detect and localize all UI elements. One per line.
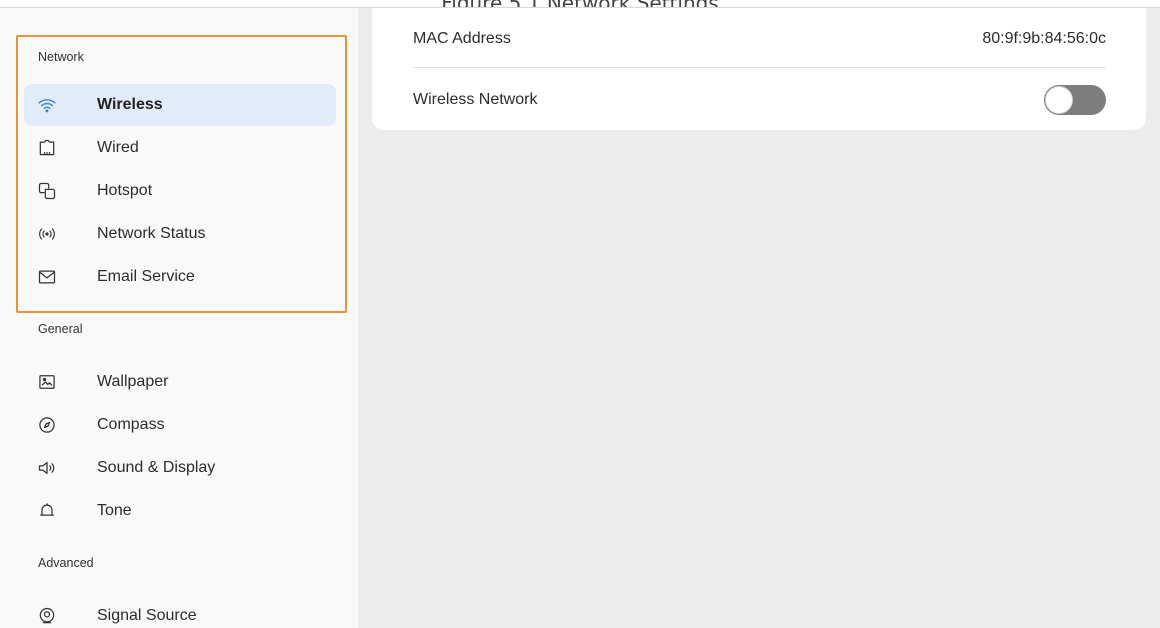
settings-sidebar: Network Wireless Wired Hotspot Network S…: [0, 8, 358, 628]
wireless-network-toggle[interactable]: [1044, 85, 1106, 115]
sidebar-item-wireless[interactable]: Wireless: [24, 84, 336, 126]
hotspot-icon: [36, 180, 58, 202]
mac-address-label: MAC Address: [413, 30, 511, 47]
sidebar-item-wallpaper[interactable]: Wallpaper: [24, 361, 336, 403]
sidebar-item-sound-display[interactable]: Sound & Display: [24, 447, 336, 489]
mac-address-value: 80:9f:9b:84:56:0c: [982, 30, 1106, 47]
sidebar-item-label: Wallpaper: [97, 373, 169, 390]
mac-address-row: MAC Address 80:9f:9b:84:56:0c: [413, 11, 1106, 67]
sidebar-item-label: Network Status: [97, 225, 206, 242]
section-label-advanced: Advanced: [38, 556, 94, 570]
sidebar-item-compass[interactable]: Compass: [24, 404, 336, 446]
sidebar-item-label: Sound & Display: [97, 459, 216, 476]
wireless-network-label: Wireless Network: [413, 91, 538, 108]
ethernet-icon: [36, 137, 58, 159]
sidebar-item-network-status[interactable]: Network Status: [24, 213, 336, 255]
envelope-icon: [36, 266, 58, 288]
row-divider: [413, 67, 1106, 68]
sidebar-item-label: Wired: [97, 139, 139, 156]
sidebar-item-label: Tone: [97, 502, 132, 519]
sidebar-item-label: Signal Source: [97, 607, 197, 624]
sidebar-item-email-service[interactable]: Email Service: [24, 256, 336, 298]
sidebar-item-hotspot[interactable]: Hotspot: [24, 170, 336, 212]
toggle-knob: [1045, 86, 1073, 114]
wireless-network-row: Wireless Network: [413, 72, 1106, 128]
sidebar-item-label: Compass: [97, 416, 165, 433]
image-icon: [36, 371, 58, 393]
sidebar-item-tone[interactable]: Tone: [24, 490, 336, 532]
wireless-settings-card: MAC Address 80:9f:9b:84:56:0c Wireless N…: [372, 8, 1146, 130]
bell-icon: [36, 500, 58, 522]
signal-source-icon: [36, 605, 58, 627]
section-label-general: General: [38, 322, 83, 336]
main-content: MAC Address 80:9f:9b:84:56:0c Wireless N…: [358, 8, 1160, 628]
sidebar-item-label: Hotspot: [97, 182, 153, 199]
section-label-network: Network: [38, 50, 84, 64]
wifi-icon: [36, 94, 58, 116]
sidebar-item-wired[interactable]: Wired: [24, 127, 336, 169]
signal-broadcast-icon: [36, 223, 58, 245]
speaker-icon: [36, 457, 58, 479]
compass-icon: [36, 414, 58, 436]
sidebar-item-label: Email Service: [97, 268, 195, 285]
sidebar-item-signal-source[interactable]: Signal Source: [24, 595, 336, 628]
sidebar-item-label: Wireless: [97, 96, 163, 113]
